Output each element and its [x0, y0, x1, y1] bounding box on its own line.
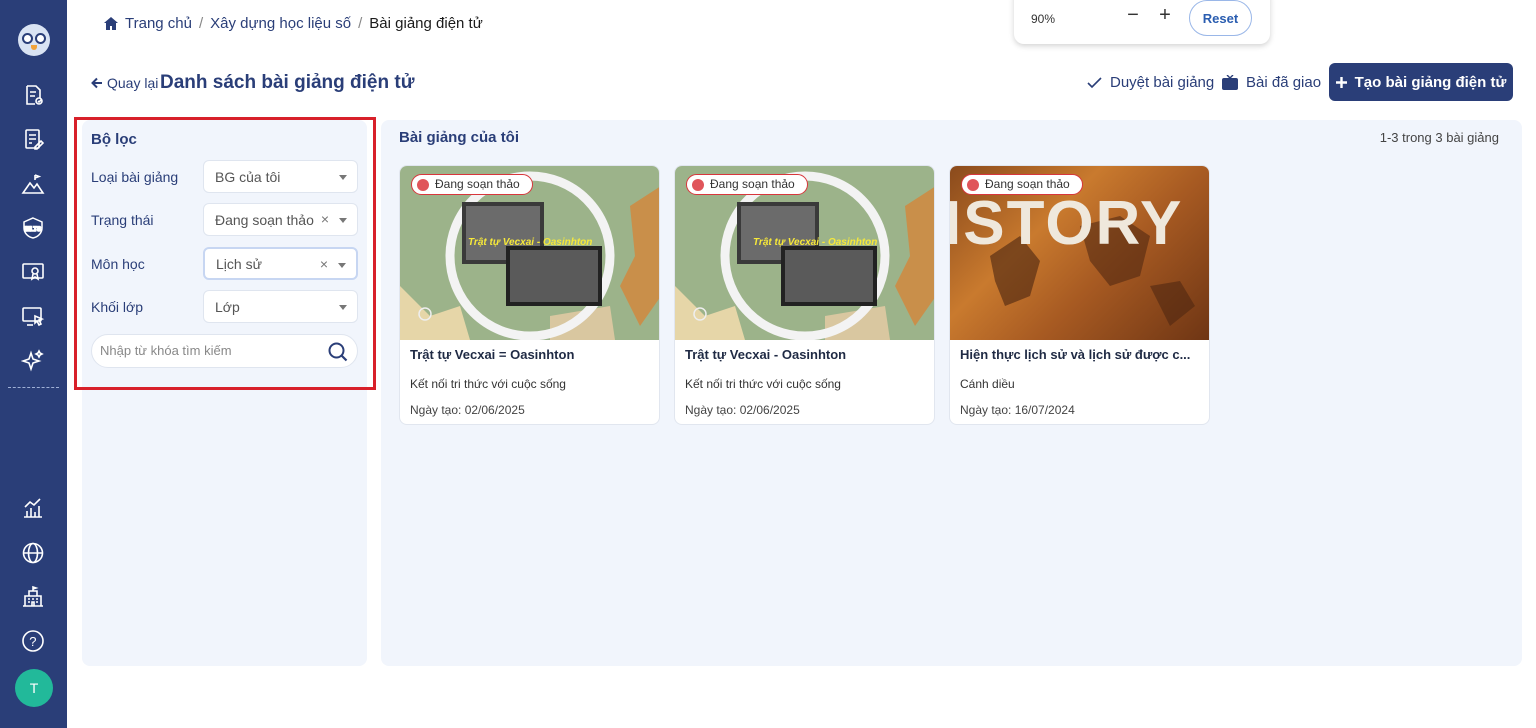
- lecture-date: Ngày tạo: 02/06/2025: [410, 403, 525, 417]
- zoom-widget: 90% − + Reset: [1014, 0, 1270, 44]
- owl-logo-icon[interactable]: [18, 24, 50, 56]
- lecture-list-count: 1-3 trong 3 bài giảng: [1379, 130, 1499, 145]
- zoom-in-button[interactable]: +: [1156, 5, 1174, 25]
- breadcrumb: Trang chủ / Xây dựng học liệu số / Bài g…: [104, 15, 483, 32]
- lecture-card[interactable]: ISTORY Đang soạn thảo Hiện thực lịch sử …: [949, 165, 1210, 425]
- document-edit-icon[interactable]: [21, 127, 45, 151]
- lecture-card[interactable]: Trật tự Vecxai - Oasinhton Đang soạn thả…: [674, 165, 935, 425]
- breadcrumb-current: Bài giảng điện tử: [369, 15, 483, 32]
- sidebar-divider: [8, 387, 59, 388]
- breadcrumb-section[interactable]: Xây dựng học liệu số: [210, 15, 351, 32]
- plus-icon: [1335, 76, 1347, 88]
- tv-icon: [1222, 75, 1238, 90]
- arrow-left-icon: [91, 77, 102, 89]
- back-link[interactable]: Quay lại: [91, 75, 158, 91]
- create-lecture-label: Tạo bài giảng điện tử: [1354, 73, 1507, 91]
- lecture-title[interactable]: Trật tự Vecxai = Oasinhton: [410, 347, 650, 362]
- presentation-click-icon[interactable]: [21, 305, 45, 329]
- status-label: Đang soạn thảo: [985, 177, 1070, 191]
- help-icon-glyph: ?: [29, 634, 36, 649]
- lecture-subtitle: Kết nối tri thức với cuộc sống: [685, 377, 841, 391]
- breadcrumb-separator: /: [358, 15, 363, 32]
- sidebar: IELTS ? T: [0, 0, 67, 728]
- lecture-title[interactable]: Trật tự Vecxai - Oasinhton: [685, 347, 925, 362]
- home-icon[interactable]: [104, 17, 118, 30]
- lecture-subtitle: Kết nối tri thức với cuộc sống: [410, 377, 566, 391]
- breadcrumb-separator: /: [198, 15, 204, 32]
- globe-icon[interactable]: [21, 541, 45, 565]
- document-check-icon[interactable]: [21, 83, 45, 107]
- assigned-lectures-label: Bài đã giao: [1246, 74, 1322, 91]
- help-icon[interactable]: ?: [21, 629, 45, 653]
- approve-lectures-label: Duyệt bài giảng: [1110, 74, 1215, 91]
- status-label: Đang soạn thảo: [435, 177, 520, 191]
- zoom-out-button[interactable]: −: [1124, 5, 1142, 25]
- mountain-chart-icon[interactable]: [21, 172, 45, 196]
- check-icon: [1087, 76, 1102, 88]
- certificate-icon[interactable]: [21, 260, 45, 284]
- status-badge: Đang soạn thảo: [411, 174, 533, 195]
- back-label: Quay lại: [107, 75, 159, 91]
- lecture-date: Ngày tạo: 16/07/2024: [960, 403, 1075, 417]
- statistics-icon[interactable]: [21, 496, 45, 520]
- approve-lectures-button[interactable]: Duyệt bài giảng: [1087, 74, 1214, 91]
- status-label: Đang soạn thảo: [710, 177, 795, 191]
- ielts-icon-label: IELTS: [25, 227, 42, 233]
- lecture-title[interactable]: Hiện thực lịch sử và lịch sử được c...: [960, 347, 1200, 362]
- thumbnail-caption: Trật tự Vecxai - Oasinhton: [753, 237, 878, 248]
- create-lecture-button[interactable]: Tạo bài giảng điện tử: [1329, 63, 1513, 101]
- breadcrumb-home[interactable]: Trang chủ: [125, 15, 192, 32]
- status-dot-icon: [417, 179, 429, 191]
- user-avatar[interactable]: T: [15, 669, 53, 707]
- school-building-icon[interactable]: [21, 585, 45, 609]
- page-title: Danh sách bài giảng điện tử: [160, 72, 415, 93]
- status-badge: Đang soạn thảo: [686, 174, 808, 195]
- assigned-lectures-button[interactable]: Bài đã giao: [1222, 74, 1321, 91]
- thumbnail-caption: ISTORY: [950, 189, 1184, 258]
- filter-highlight-box: [74, 117, 376, 390]
- lecture-date: Ngày tạo: 02/06/2025: [685, 403, 800, 417]
- status-dot-icon: [967, 179, 979, 191]
- zoom-level: 90%: [1031, 12, 1056, 26]
- lecture-card[interactable]: Trật tự Vecxai - Oasinhton Đang soạn thả…: [399, 165, 660, 425]
- lecture-list-title: Bài giảng của tôi: [399, 129, 520, 146]
- status-dot-icon: [692, 179, 704, 191]
- status-badge: Đang soạn thảo: [961, 174, 1083, 195]
- ai-sparkle-icon[interactable]: [20, 349, 45, 373]
- zoom-reset-button[interactable]: Reset: [1189, 0, 1252, 36]
- lecture-subtitle: Cánh diều: [960, 377, 1015, 391]
- ielts-icon[interactable]: IELTS: [21, 216, 45, 240]
- thumbnail-caption: Trật tự Vecxai - Oasinhton: [468, 237, 593, 248]
